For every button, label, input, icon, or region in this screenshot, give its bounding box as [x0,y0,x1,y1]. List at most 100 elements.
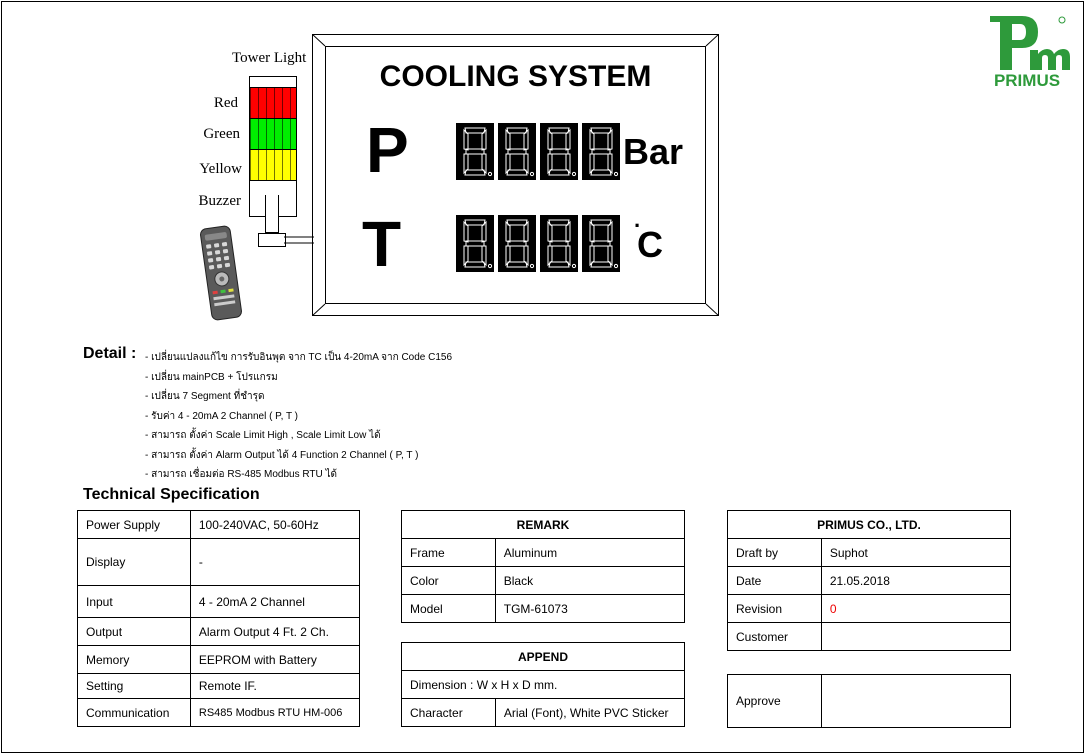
table-row: Color Black [401,566,686,595]
detail-item: - สามารถ เชื่อมต่อ RS-485 Modbus RTU ได้ [145,469,338,480]
table-row: Communication RS485 Modbus RTU HM-006 [77,698,361,727]
table-row: Model TGM-61073 [401,594,686,623]
spec-value: - [189,538,361,586]
detail-item: - เปลี่ยน 7 Segment ที่ชำรุด [145,391,265,402]
table-row: Output Alarm Output 4 Ft. 2 Ch. [77,617,361,646]
pressure-unit: Bar [623,131,684,172]
seven-segment-digit [540,123,578,180]
remark-label: Color [401,566,496,595]
segment-eight-icon [463,219,493,269]
company-label: Customer [727,622,822,651]
table-row: Dimension : W x H x D mm. [401,670,685,699]
remark-heading: REMARK [401,510,685,539]
table-row: Revision 0 [727,594,1012,623]
table-row: Approve [727,674,1012,728]
segment-eight-icon [589,219,619,269]
company-label: Revision [727,594,822,623]
revision-value: 0 [820,594,1012,623]
table-row: Character Arial (Font), White PVC Sticke… [401,698,686,727]
spec-value: 4 - 20mA 2 Channel [189,585,361,618]
detail-item: - เปลี่ยน mainPCB + โปรแกรม [145,371,278,383]
seven-segment-digit [456,123,494,180]
append-label: Character [401,698,496,727]
logo-wordmark: PRIMUS [993,71,1061,90]
tower-segment-yellow [249,150,297,181]
seven-segment-digit [582,123,620,180]
tower-cable [284,236,314,244]
spec-label: Power Supply [77,510,191,539]
table-row: Date 21.05.2018 [727,566,1012,595]
detail-item: - สามารถ ตั้งค่า Alarm Output ได้ 4 Func… [145,449,419,461]
approve-value [820,674,1012,728]
company-heading: PRIMUS CO., LTD. [727,510,1011,539]
seven-segment-digit [498,215,536,272]
spec-label: Memory [77,645,191,674]
spec-label: Input [77,585,191,618]
tower-pole [265,195,279,233]
spec-label: Setting [77,673,191,699]
remote-control-icon [200,225,242,321]
approve-table: Approve [727,674,1012,728]
segment-eight-icon [547,219,577,269]
pressure-display [456,123,620,180]
seven-segment-digit [540,215,578,272]
company-label: Date [727,566,822,595]
detail-heading: Detail : [83,345,137,362]
detail-list: - เปลี่ยนแปลงแก้ไข การรับอินพุต จาก TC เ… [145,348,452,485]
table-row: PRIMUS CO., LTD. [727,510,1011,539]
spec-value: Alarm Output 4 Ft. 2 Ch. [189,617,361,646]
detail-item: - รับค่า 4 - 20mA 2 Channel ( P, T ) [145,410,298,422]
tower-segment-red [249,88,297,119]
approve-label: Approve [727,674,822,728]
spec-value: 100-240VAC, 50-60Hz [189,510,361,539]
append-dimension: Dimension : W x H x D mm. [401,670,685,699]
seven-segment-digit [582,215,620,272]
detail-item: - สามารถ ตั้งค่า Scale Limit High , Scal… [145,430,381,441]
tower-label-yellow: Yellow [199,161,242,177]
tower-cap [249,76,297,88]
table-row: Memory EEPROM with Battery [77,645,361,674]
temperature-letter: T [362,208,402,280]
company-value: 21.05.2018 [820,566,1012,595]
table-row: APPEND [401,642,685,671]
company-table: PRIMUS CO., LTD. Draft by Suphot Date 21… [727,510,1012,651]
table-row: Frame Aluminum [401,538,686,567]
spec-value: RS485 Modbus RTU HM-006 [189,698,361,727]
table-row: Input 4 - 20mA 2 Channel [77,585,361,618]
remark-value: TGM-61073 [494,594,686,623]
spec-value: Remote IF. [189,673,361,699]
table-row: Setting Remote IF. [77,673,361,699]
tower-light-title: Tower Light [232,50,307,66]
tower-mount [258,233,286,247]
segment-eight-icon [547,127,577,177]
spec-label: Communication [77,698,191,727]
seven-segment-digit [498,123,536,180]
segment-eight-icon [463,127,493,177]
segment-eight-icon [505,219,535,269]
table-row: Customer [727,622,1012,651]
detail-item: - เปลี่ยนแปลงแก้ไข การรับอินพุต จาก TC เ… [145,352,453,363]
company-value [820,622,1012,651]
pressure-letter: P [366,114,409,186]
tower-label-red: Red [213,95,238,111]
seven-segment-digit [456,215,494,272]
append-table: APPEND Dimension : W x H x D mm. Charact… [401,642,686,727]
tower-label-green: Green [203,126,240,142]
company-label: Draft by [727,538,822,567]
table-row: REMARK [401,510,685,539]
segment-eight-icon [505,127,535,177]
panel-title: COOLING SYSTEM [379,60,652,93]
append-value: Arial (Font), White PVC Sticker [494,698,686,727]
spec-label: Output [77,617,191,646]
spec-label: Display [77,538,191,586]
table-row: Draft by Suphot [727,538,1012,567]
tower-segment-green [249,119,297,150]
temperature-display [456,215,620,272]
remark-value: Black [494,566,686,595]
table-row: Power Supply 100-240VAC, 50-60Hz [77,510,361,539]
spec-value: EEPROM with Battery [189,645,361,674]
remark-table: REMARK Frame Aluminum Color Black Model … [401,510,686,623]
append-heading: APPEND [401,642,685,671]
temperature-unit: C [637,224,663,265]
remark-label: Frame [401,538,496,567]
